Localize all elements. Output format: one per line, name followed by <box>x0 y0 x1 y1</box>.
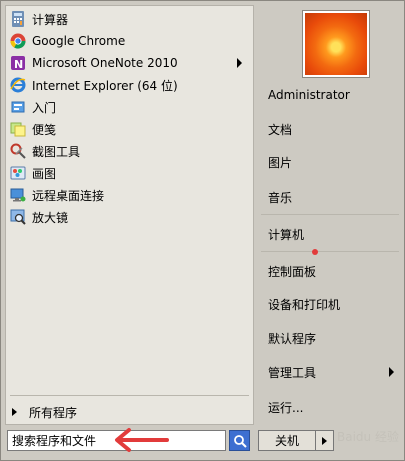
search-input-value: 搜索程序和文件 <box>12 434 97 448</box>
program-item-getting-started[interactable]: 入门 <box>10 97 250 117</box>
red-annotation-arrow-icon <box>115 428 169 452</box>
shutdown-options-button[interactable] <box>316 430 334 451</box>
chrome-icon <box>10 33 26 49</box>
sticky-notes-icon <box>10 121 26 137</box>
divider <box>261 251 399 252</box>
right-item-devices-printers[interactable]: 设备和打印机 <box>268 293 340 315</box>
shutdown-button[interactable]: 关机 <box>258 430 316 451</box>
program-label: 画图 <box>32 166 57 181</box>
right-item-computer[interactable]: 计算机 <box>268 223 304 245</box>
right-item-label: 控制面板 <box>268 264 317 279</box>
red-marker-dot <box>312 249 318 255</box>
program-item-calculator[interactable]: 计算器 <box>10 9 250 29</box>
program-label: 便笺 <box>32 122 57 137</box>
program-label: Google Chrome <box>32 34 126 48</box>
expand-arrow-icon <box>12 408 17 416</box>
right-item-label: 管理工具 <box>268 365 317 380</box>
remote-desktop-icon <box>10 187 26 203</box>
program-label: 入门 <box>32 100 57 115</box>
program-item-remote-desktop[interactable]: 远程桌面连接 <box>10 185 250 205</box>
program-item-ie[interactable]: Internet Explorer (64 位) <box>10 75 250 95</box>
program-item-onenote[interactable]: N Microsoft OneNote 2010 <box>10 53 250 73</box>
all-programs-label: 所有程序 <box>29 405 78 420</box>
right-item-documents[interactable]: 文档 <box>268 118 292 140</box>
program-item-snipping-tool[interactable]: 截图工具 <box>10 141 250 161</box>
svg-text:N: N <box>14 58 23 71</box>
program-item-sticky-notes[interactable]: 便笺 <box>10 119 250 139</box>
right-item-label: 默认程序 <box>268 331 317 346</box>
calculator-icon <box>10 11 26 27</box>
program-label: 远程桌面连接 <box>32 188 105 203</box>
snipping-tool-icon <box>10 143 26 159</box>
onenote-icon: N <box>10 55 26 71</box>
magnifier-icon <box>10 209 26 225</box>
program-item-magnifier[interactable]: 放大镜 <box>10 207 250 227</box>
programs-pane: 计算器 Google Chrome N Microsoft OneNote 20… <box>5 5 254 425</box>
shutdown-label: 关机 <box>274 434 299 448</box>
chevron-right-icon <box>322 436 327 445</box>
right-item-pictures[interactable]: 图片 <box>268 151 292 173</box>
program-item-paint[interactable]: 画图 <box>10 163 250 183</box>
right-item-label: 计算机 <box>268 227 305 242</box>
right-item-admin-tools[interactable]: 管理工具 <box>268 361 316 383</box>
program-label: Microsoft OneNote 2010 <box>32 56 178 70</box>
right-item-label: 设备和打印机 <box>268 297 341 312</box>
right-item-music[interactable]: 音乐 <box>268 186 292 208</box>
submenu-arrow-icon <box>237 58 242 68</box>
program-label: 截图工具 <box>32 144 81 159</box>
right-item-run[interactable]: 运行... <box>268 396 303 418</box>
start-menu: 计算器 Google Chrome N Microsoft OneNote 20… <box>0 0 405 461</box>
search-button[interactable] <box>229 430 250 451</box>
right-item-label: 文档 <box>268 122 293 137</box>
search-icon <box>233 434 247 448</box>
right-item-label: 图片 <box>268 155 293 170</box>
divider <box>261 214 399 215</box>
divider <box>10 395 249 396</box>
user-name: Administrator <box>268 88 350 102</box>
right-item-user[interactable]: Administrator <box>268 84 350 106</box>
watermark: Baidu 经验 <box>337 430 399 444</box>
user-avatar[interactable] <box>303 11 369 77</box>
program-label: 计算器 <box>32 12 69 27</box>
right-item-label: 运行... <box>268 400 304 415</box>
program-label: Internet Explorer (64 位) <box>32 78 178 93</box>
getting-started-icon <box>10 99 26 115</box>
right-item-default-programs[interactable]: 默认程序 <box>268 327 316 349</box>
program-item-chrome[interactable]: Google Chrome <box>10 31 250 51</box>
all-programs-button[interactable]: 所有程序 <box>12 402 77 422</box>
program-label: 放大镜 <box>32 210 69 225</box>
ie-icon <box>10 77 26 93</box>
right-item-control-panel[interactable]: 控制面板 <box>268 260 316 282</box>
paint-icon <box>10 165 26 181</box>
right-item-label: 音乐 <box>268 190 293 205</box>
submenu-arrow-icon <box>389 367 394 377</box>
